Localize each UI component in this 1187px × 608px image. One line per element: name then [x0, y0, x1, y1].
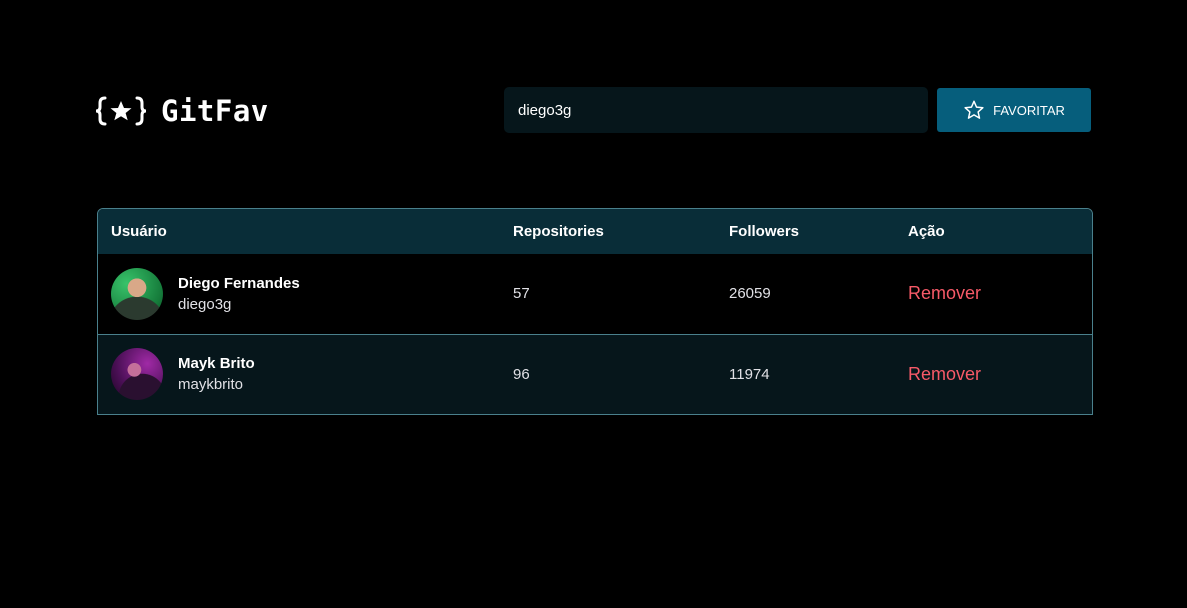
followers-count: 11974: [729, 365, 770, 383]
user-cell: Mayk Brito maykbrito: [98, 334, 513, 414]
star-braces-icon: [95, 92, 147, 130]
user-name: Mayk Brito: [178, 355, 255, 373]
user-cell: Diego Fernandes diego3g: [98, 254, 513, 334]
star-outline-icon: [963, 99, 985, 121]
action-cell: Remover: [908, 254, 1092, 334]
table-row: Mayk Brito maykbrito 96 11974 Remover: [98, 334, 1092, 414]
favorite-button[interactable]: FAVORITAR: [937, 88, 1091, 132]
user-info: Diego Fernandes diego3g: [178, 275, 300, 313]
user-login: maykbrito: [178, 376, 244, 394]
avatar: [111, 348, 163, 401]
app-title: GitFav: [161, 94, 269, 128]
header-user: Usuário: [111, 223, 167, 240]
avatar: [111, 267, 163, 320]
remove-button[interactable]: Remover: [908, 283, 981, 304]
user-info: Mayk Brito maykbrito: [178, 355, 255, 393]
header-action: Ação: [908, 223, 945, 240]
favorites-table: Usuário Repositories Followers Ação Dieg…: [97, 208, 1093, 415]
table-row: Diego Fernandes diego3g 57 26059 Remover: [98, 254, 1092, 334]
logo: GitFav: [95, 92, 269, 130]
user-login: diego3g: [178, 295, 232, 313]
user: Diego Fernandes diego3g: [111, 267, 513, 320]
favorite-button-label: FAVORITAR: [993, 102, 1065, 118]
search-input[interactable]: [504, 87, 928, 133]
app-root: GitFav FAVORITAR Usuário Repositories Fo…: [0, 0, 1187, 608]
user: Mayk Brito maykbrito: [111, 348, 513, 401]
user-name: Diego Fernandes: [178, 274, 300, 292]
followers-count: 26059: [729, 285, 771, 303]
repositories-count: 96: [513, 365, 530, 383]
action-cell: Remover: [908, 334, 1092, 414]
repositories-count: 57: [513, 285, 530, 303]
table-header-row: Usuário Repositories Followers Ação: [98, 209, 1092, 254]
header-repositories: Repositories: [513, 223, 604, 240]
remove-button[interactable]: Remover: [908, 364, 981, 385]
header-followers: Followers: [729, 223, 800, 240]
